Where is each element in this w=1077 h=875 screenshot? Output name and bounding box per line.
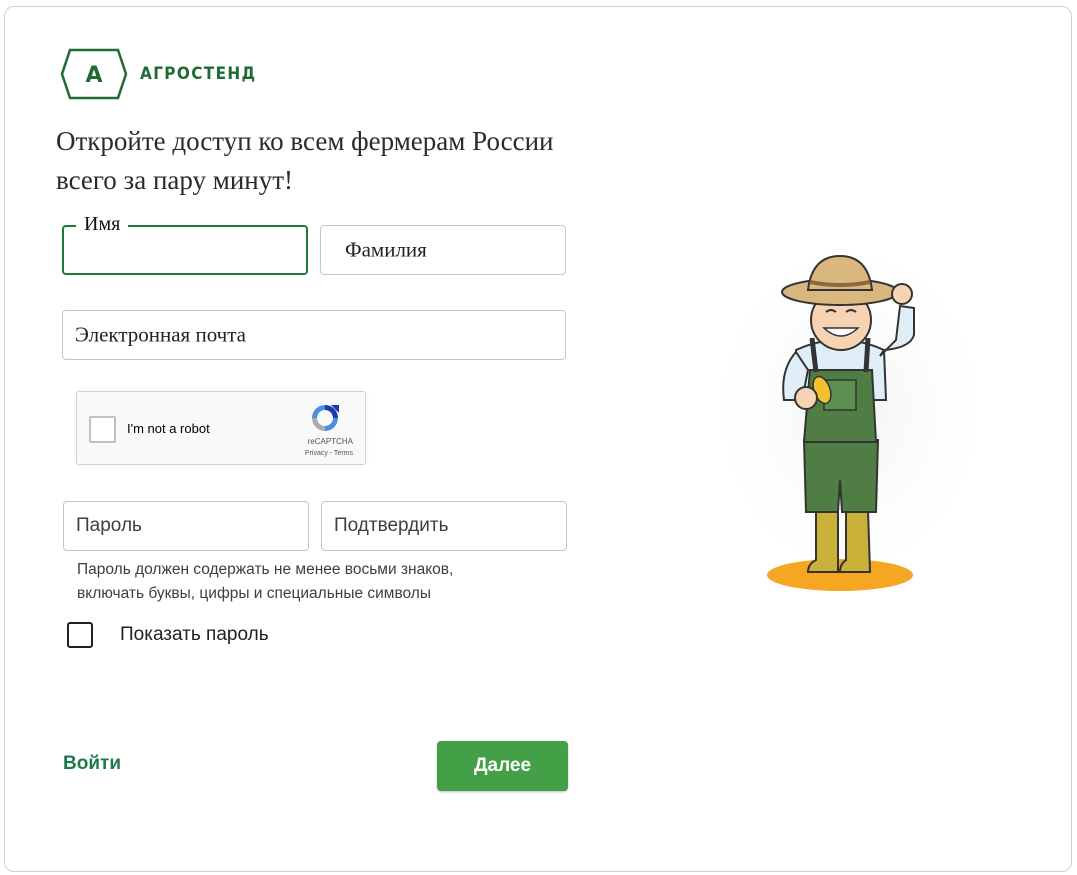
last-name-placeholder: Фамилия xyxy=(345,237,427,262)
brand-name: АГРОСТЕНД xyxy=(140,64,257,84)
page-title-line-2: всего за пару минут! xyxy=(56,165,294,195)
recaptcha-logo-icon xyxy=(312,405,339,431)
logo-letter: А xyxy=(85,63,102,88)
first-name-field[interactable]: Имя xyxy=(62,213,308,275)
brand-logo: А АГРОСТЕНД xyxy=(60,48,269,100)
recaptcha-privacy-terms[interactable]: Privacy - Terms xyxy=(305,450,353,457)
page-title: Откройте доступ ко всем фермерам России … xyxy=(56,122,656,200)
password-hint-line-2: включать буквы, цифры и специальные симв… xyxy=(77,585,431,602)
recaptcha-checkbox[interactable] xyxy=(89,416,116,443)
recaptcha-widget: I'm not a robot reCAPTCHA Privacy - Term… xyxy=(76,391,366,465)
password-hint: Пароль должен содержать не менее восьми … xyxy=(77,558,557,606)
password-hint-line-1: Пароль должен содержать не менее восьми … xyxy=(77,561,454,578)
show-password-toggle[interactable]: Показать пароль xyxy=(67,622,269,648)
login-link[interactable]: Войти xyxy=(63,753,121,775)
show-password-label: Показать пароль xyxy=(120,624,269,645)
last-name-field[interactable]: Фамилия xyxy=(320,225,566,275)
first-name-label: Имя xyxy=(76,213,129,236)
recaptcha-label: I'm not a robot xyxy=(127,421,210,436)
email-field[interactable]: Электронная почта xyxy=(62,310,566,360)
confirm-password-field[interactable]: Подтвердить xyxy=(321,501,567,551)
next-button[interactable]: Далее xyxy=(437,741,568,791)
recaptcha-brand: reCAPTCHA xyxy=(307,437,353,446)
email-placeholder: Электронная почта xyxy=(75,322,246,347)
farmer-illustration xyxy=(700,230,1000,595)
confirm-password-placeholder: Подтвердить xyxy=(334,515,449,536)
page-title-line-1: Откройте доступ ко всем фермерам России xyxy=(56,126,554,156)
password-field[interactable]: Пароль xyxy=(63,501,309,551)
show-password-checkbox[interactable] xyxy=(67,622,93,648)
logo-hexagon-icon: А xyxy=(60,48,128,100)
password-placeholder: Пароль xyxy=(76,515,142,536)
